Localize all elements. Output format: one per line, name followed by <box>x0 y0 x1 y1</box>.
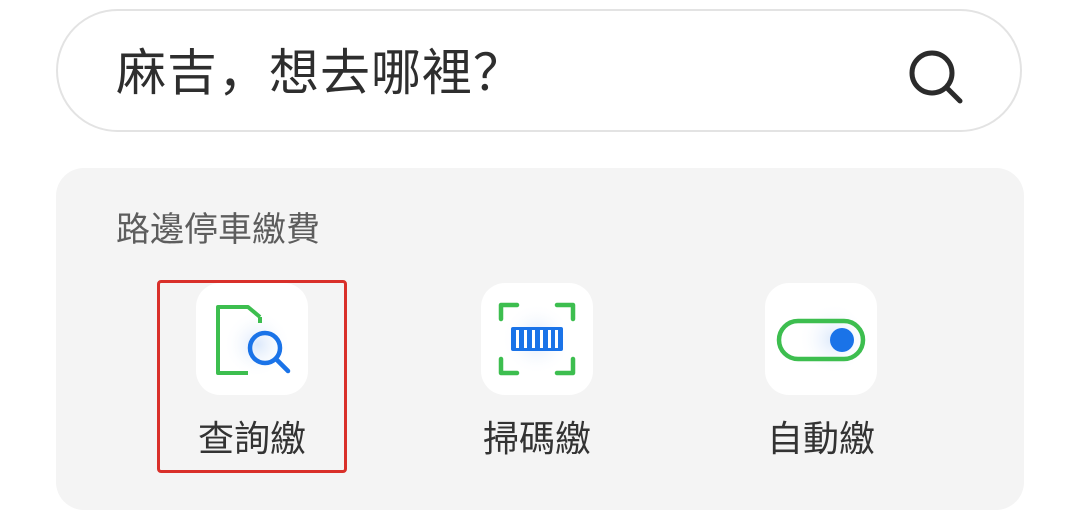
document-search-icon <box>216 305 291 375</box>
auto-pay-button[interactable]: 自動繳 <box>726 283 916 473</box>
auto-pay-label: 自動繳 <box>766 419 875 460</box>
roadside-parking-panel: 路邊停車繳費 查詢繳 掃碼繳 自動繳 <box>56 168 1024 510</box>
query-pay-label: 查詢繳 <box>197 419 306 460</box>
query-pay-tile <box>196 283 308 395</box>
scan-pay-tile <box>481 283 593 395</box>
toggle-on-icon <box>776 303 866 375</box>
search-placeholder: 麻吉，想去哪裡？ <box>116 44 524 102</box>
panel-title: 路邊停車繳費 <box>116 210 320 250</box>
scan-pay-label: 掃碼繳 <box>482 419 591 460</box>
auto-pay-tile <box>765 283 877 395</box>
search-bar[interactable]: 麻吉，想去哪裡？ <box>56 9 1022 132</box>
barcode-scan-icon <box>498 302 576 376</box>
scan-pay-button[interactable]: 掃碼繳 <box>442 283 632 473</box>
search-icon[interactable] <box>904 45 968 109</box>
query-pay-button[interactable]: 查詢繳 <box>157 283 347 473</box>
